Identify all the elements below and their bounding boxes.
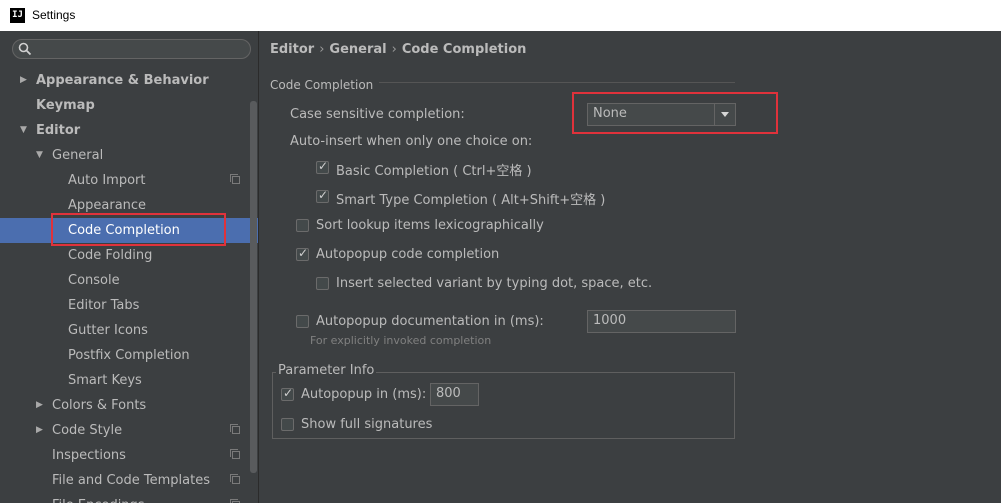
sidebar-item-smart-keys[interactable]: Smart Keys <box>0 368 258 393</box>
title-bar: IJ Settings <box>0 0 1001 31</box>
smart-type-completion-label[interactable]: Smart Type Completion ( Alt+Shift+空格 ) <box>336 189 605 208</box>
sidebar-item-label: Console <box>68 273 120 288</box>
settings-sidebar: ▶ Appearance & Behavior Keymap ▼ Editor ▼ Gene… <box>0 31 258 503</box>
sidebar-item-code-completion[interactable]: Code Completion <box>0 218 258 243</box>
project-scope-icon <box>230 474 240 484</box>
collapsed-arrow-icon[interactable]: ▶ <box>36 393 43 418</box>
breadcrumb-editor: Editor <box>270 42 315 57</box>
parameter-info-title: Parameter Info <box>276 363 377 378</box>
sidebar-item-label: Postfix Completion <box>68 348 190 363</box>
sidebar-item-keymap[interactable]: Keymap <box>0 93 258 118</box>
settings-content: Editor › General › Code Completion Code Comp… <box>259 31 1001 503</box>
sidebar-item-general[interactable]: ▼ General <box>0 143 258 168</box>
sidebar-item-auto-import[interactable]: Auto Import <box>0 168 258 193</box>
autopopup-code-completion-label[interactable]: Autopopup code completion <box>316 247 499 262</box>
sidebar-item-label: Code Completion <box>68 223 180 238</box>
parameter-autopopup-label[interactable]: Autopopup in (ms): <box>301 387 426 402</box>
search-icon <box>18 42 32 56</box>
basic-completion-label[interactable]: Basic Completion ( Ctrl+空格 ) <box>336 160 532 179</box>
sidebar-item-label: Editor Tabs <box>68 298 140 313</box>
sidebar-item-label: Colors & Fonts <box>52 398 147 413</box>
autopopup-documentation-checkbox[interactable] <box>296 315 309 328</box>
sidebar-item-file-encodings[interactable]: File Encodings <box>0 493 258 503</box>
sidebar-item-label: General <box>52 148 104 163</box>
autopopup-documentation-input[interactable]: 1000 <box>587 310 736 333</box>
chevron-down-icon[interactable] <box>714 104 735 125</box>
sidebar-item-inspections[interactable]: Inspections <box>0 443 258 468</box>
sidebar-item-editor-tabs[interactable]: Editor Tabs <box>0 293 258 318</box>
auto-insert-label: Auto-insert when only one choice on: <box>290 134 533 149</box>
sort-lookup-checkbox[interactable] <box>296 219 309 232</box>
sidebar-item-label: Appearance <box>68 198 147 213</box>
breadcrumb: Editor › General › Code Completion <box>270 42 526 57</box>
case-sensitive-value: None <box>593 106 627 121</box>
sidebar-item-appearance-behavior[interactable]: ▶ Appearance & Behavior <box>0 68 258 93</box>
parameter-autopopup-input[interactable]: 800 <box>430 383 479 406</box>
show-full-signatures-label[interactable]: Show full signatures <box>301 417 432 432</box>
autopopup-documentation-label[interactable]: Autopopup documentation in (ms): <box>316 314 544 329</box>
expanded-arrow-icon[interactable]: ▼ <box>36 143 43 168</box>
sidebar-item-label: Appearance & Behavior <box>36 73 209 88</box>
sidebar-item-console[interactable]: Console <box>0 268 258 293</box>
project-scope-icon <box>230 449 240 459</box>
breadcrumb-separator: › <box>391 42 397 57</box>
project-scope-icon <box>230 424 240 434</box>
sidebar-item-label: Smart Keys <box>68 373 142 388</box>
sidebar-scrollbar[interactable] <box>250 101 257 473</box>
sidebar-item-label: Code Folding <box>68 248 153 263</box>
sidebar-item-label: Keymap <box>36 98 95 113</box>
collapsed-arrow-icon[interactable]: ▶ <box>36 418 43 443</box>
smart-type-completion-checkbox[interactable] <box>316 188 329 203</box>
sidebar-item-code-folding[interactable]: Code Folding <box>0 243 258 268</box>
autopopup-code-completion-checkbox[interactable] <box>296 246 309 261</box>
case-sensitive-dropdown[interactable]: None <box>587 103 736 126</box>
section-title: Code Completion <box>270 78 380 92</box>
sidebar-item-label: File Encodings <box>52 493 145 503</box>
sidebar-item-label: Gutter Icons <box>68 323 148 338</box>
basic-completion-checkbox[interactable] <box>316 159 329 174</box>
insert-selected-variant-checkbox[interactable] <box>316 277 329 290</box>
breadcrumb-separator: › <box>319 42 325 57</box>
sidebar-item-colors-fonts[interactable]: ▶ Colors & Fonts <box>0 393 258 418</box>
intellij-logo-icon: IJ <box>10 8 25 23</box>
sidebar-item-label: Inspections <box>52 448 126 463</box>
parameter-autopopup-checkbox[interactable] <box>281 386 294 401</box>
project-scope-icon <box>230 174 240 184</box>
window-title: Settings <box>32 8 76 22</box>
sidebar-item-file-and-code-templates[interactable]: File and Code Templates <box>0 468 258 493</box>
sidebar-item-code-style[interactable]: ▶ Code Style <box>0 418 258 443</box>
sidebar-item-label: Code Style <box>52 423 123 438</box>
show-full-signatures-checkbox[interactable] <box>281 418 294 431</box>
sidebar-item-label: Auto Import <box>68 173 146 188</box>
sidebar-item-gutter-icons[interactable]: Gutter Icons <box>0 318 258 343</box>
sidebar-item-appearance[interactable]: Appearance <box>0 193 258 218</box>
sidebar-item-label: Editor <box>36 123 81 138</box>
sidebar-item-postfix-completion[interactable]: Postfix Completion <box>0 343 258 368</box>
sidebar-item-editor[interactable]: ▼ Editor <box>0 118 258 143</box>
search-input[interactable] <box>12 39 251 59</box>
breadcrumb-general: General <box>329 42 387 57</box>
sort-lookup-label[interactable]: Sort lookup items lexicographically <box>316 218 544 233</box>
insert-selected-variant-label[interactable]: Insert selected variant by typing dot, s… <box>336 276 652 291</box>
case-sensitive-label: Case sensitive completion: <box>290 107 465 122</box>
collapsed-arrow-icon[interactable]: ▶ <box>20 68 27 93</box>
autopopup-documentation-hint: For explicitly invoked completion <box>310 334 492 347</box>
sidebar-item-label: File and Code Templates <box>52 473 210 488</box>
expanded-arrow-icon[interactable]: ▼ <box>20 118 27 143</box>
breadcrumb-code-completion: Code Completion <box>401 42 527 57</box>
